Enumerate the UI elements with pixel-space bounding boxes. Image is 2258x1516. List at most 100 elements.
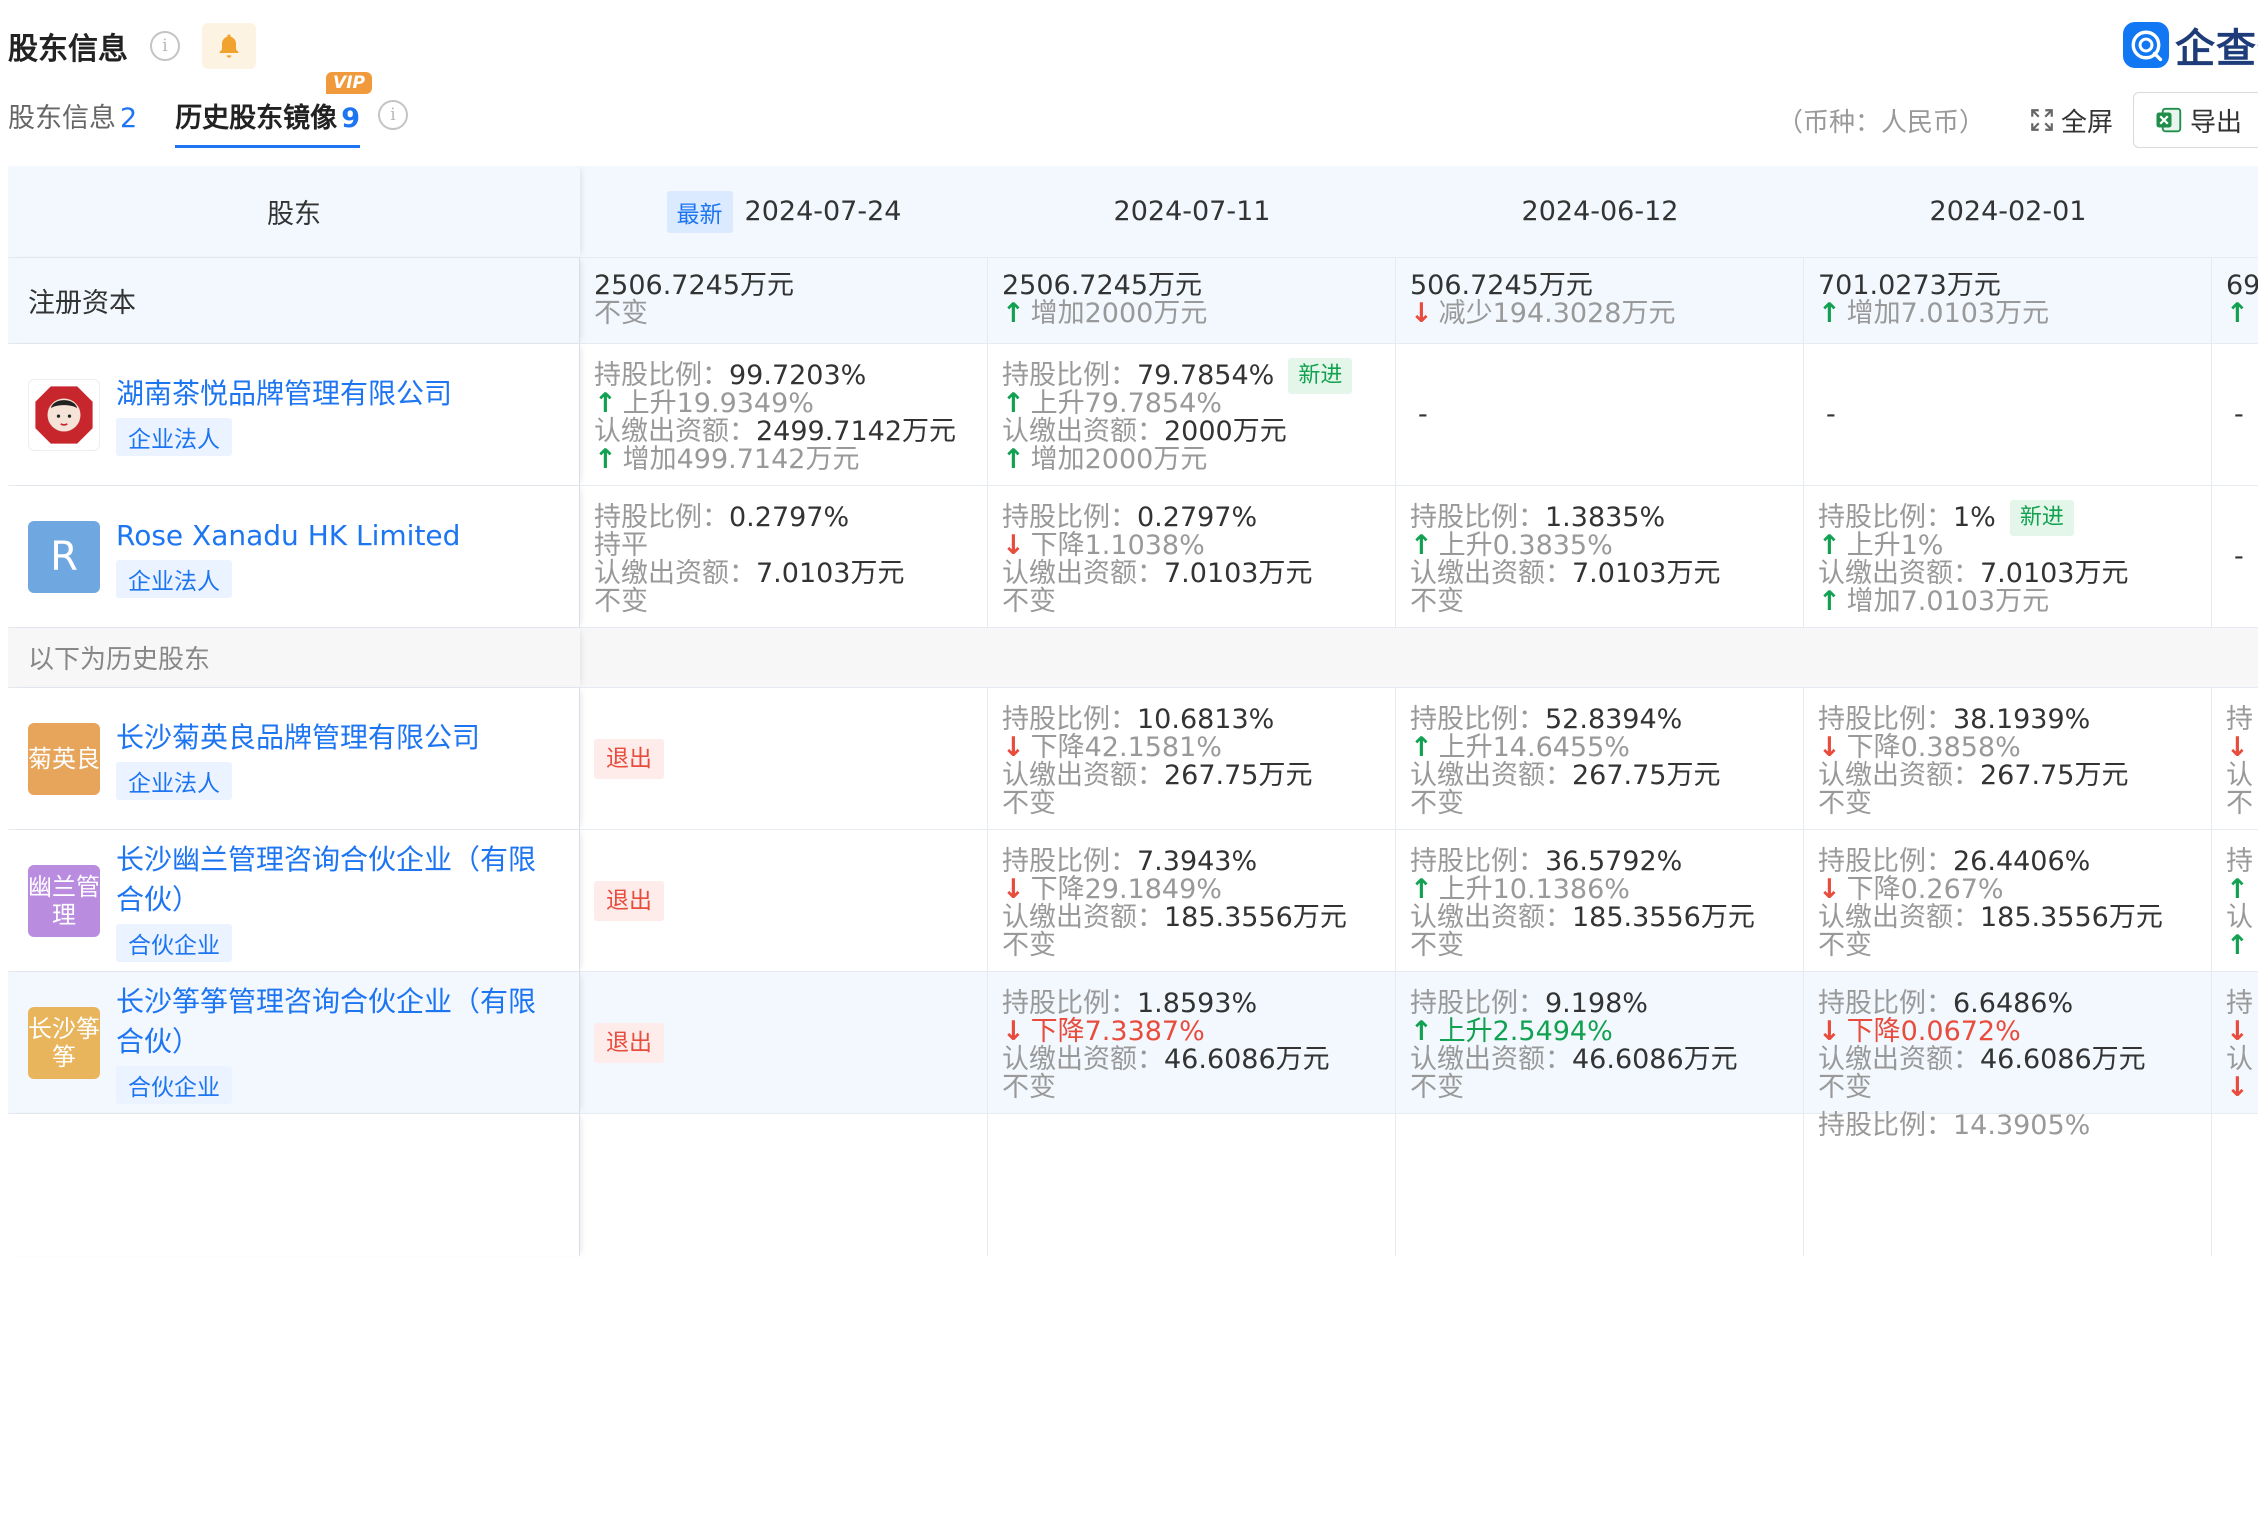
ratio-key: 持股比例： bbox=[1002, 360, 1137, 391]
ratio-value: 9.198% bbox=[1545, 988, 1648, 1019]
capital-change: 增加2000万元 bbox=[1030, 298, 1208, 329]
amount-key: 认缴出资额： bbox=[594, 558, 756, 589]
arrow-down-icon: ↓ bbox=[1002, 874, 1025, 905]
partial-ratio-key: 持 bbox=[2226, 846, 2253, 877]
ratio-value: 36.5792% bbox=[1545, 846, 1683, 877]
ratio-value: 79.7854% bbox=[1137, 360, 1275, 391]
amount-key: 认缴出资额： bbox=[1002, 1044, 1164, 1075]
table-row: 持股比例：14.3905% bbox=[8, 1112, 2258, 1256]
ratio-change: 上升19.9349% bbox=[622, 388, 814, 419]
export-button[interactable]: 导出 bbox=[2132, 92, 2258, 148]
column-header-date: 2024-07-11 bbox=[1113, 196, 1271, 227]
tab-count: 2 bbox=[120, 103, 138, 134]
amount-change: 不变 bbox=[594, 586, 648, 617]
arrow-down-icon: ↓ bbox=[1002, 530, 1025, 561]
amount-value: 46.6086万元 bbox=[1572, 1044, 1738, 1075]
amount-key: 认缴出资额： bbox=[1002, 902, 1164, 933]
amount-key: 认缴出资额： bbox=[1410, 760, 1572, 791]
ratio-value: 38.1939% bbox=[1953, 704, 2091, 735]
registered-capital-label: 注册资本 bbox=[28, 288, 136, 319]
ratio-value: 52.8394% bbox=[1545, 704, 1683, 735]
info-icon[interactable]: i bbox=[377, 100, 408, 130]
section-title: 股东信息 i bbox=[8, 23, 256, 69]
amount-value: 2000万元 bbox=[1164, 416, 1287, 447]
ratio-change: 上升10.1386% bbox=[1438, 874, 1630, 905]
amount-value: 46.6086万元 bbox=[1164, 1044, 1330, 1075]
ratio-change: 下降0.0672% bbox=[1846, 1016, 2021, 1047]
ratio-change: 下降0.267% bbox=[1846, 874, 2004, 905]
partial-ratio-key: 持 bbox=[2226, 988, 2253, 1019]
arrow-down-icon: ↓ bbox=[1002, 732, 1025, 763]
amount-change: 增加2000万元 bbox=[1030, 444, 1208, 475]
brand-logo[interactable]: 企查查 bbox=[2123, 20, 2258, 72]
capital-change: 不变 bbox=[594, 298, 648, 329]
amount-value: 185.3556万元 bbox=[1980, 902, 2163, 933]
entity-type-tag: 合伙企业 bbox=[116, 1065, 232, 1104]
ratio-change: 下降7.3387% bbox=[1030, 1016, 1205, 1047]
currency-label: （币种：人民币） bbox=[1776, 107, 1985, 138]
ratio-key: 持股比例： bbox=[1818, 704, 1953, 735]
arrow-up-icon: ↑ bbox=[1002, 388, 1025, 419]
text-avatar: 幽兰管理 bbox=[28, 864, 100, 937]
ratio-key: 持股比例： bbox=[1410, 502, 1545, 533]
arrow-down-icon: ↓ bbox=[2226, 732, 2249, 763]
shareholder-name-link[interactable]: 长沙菊英良品牌管理有限公司 bbox=[116, 718, 556, 758]
ratio-change: 下降0.3858% bbox=[1846, 732, 2021, 763]
info-icon[interactable]: i bbox=[150, 31, 180, 61]
arrow-down-icon: ↓ bbox=[2226, 1072, 2249, 1103]
arrow-up-icon: ↑ bbox=[594, 388, 617, 419]
toolbar: （币种：人民币） 全屏 导出 bbox=[1777, 92, 2258, 148]
ratio-change: 上升14.6455% bbox=[1438, 732, 1630, 763]
capital-change: 增加7.0103万元 bbox=[1846, 298, 2050, 329]
bell-button[interactable] bbox=[202, 23, 256, 69]
ratio-value: 1.3835% bbox=[1545, 502, 1666, 533]
fullscreen-button[interactable]: 全屏 bbox=[2029, 102, 2113, 139]
ratio-change: 下降29.1849% bbox=[1030, 874, 1222, 905]
arrow-up-icon: ↑ bbox=[1002, 444, 1025, 475]
amount-value: 267.75万元 bbox=[1164, 760, 1313, 791]
fullscreen-icon bbox=[2031, 109, 2053, 131]
logo-icon bbox=[2123, 22, 2169, 68]
entity-type-tag: 企业法人 bbox=[116, 761, 232, 800]
ratio-value: 0.2797% bbox=[729, 502, 850, 533]
shareholder-name-link[interactable]: Rose Xanadu HK Limited bbox=[116, 516, 556, 556]
entity-type-tag: 企业法人 bbox=[116, 417, 232, 456]
partial-amount-key: 认 bbox=[2226, 1044, 2253, 1075]
amount-change: 不变 bbox=[1002, 1072, 1056, 1103]
tab-shareholder-info[interactable]: 股东信息 2 bbox=[8, 96, 137, 145]
ratio-value: 99.7203% bbox=[729, 360, 867, 391]
arrow-up-icon: ↑ bbox=[1002, 298, 1025, 329]
amount-change: 不变 bbox=[1002, 586, 1056, 617]
ratio-change: 下降42.1581% bbox=[1030, 732, 1222, 763]
shareholder-name-link[interactable]: 长沙幽兰管理咨询合伙企业（有限合伙） bbox=[116, 840, 556, 920]
arrow-up-icon: ↑ bbox=[1410, 874, 1433, 905]
ratio-value: 10.6813% bbox=[1137, 704, 1275, 735]
ratio-key: 持股比例： bbox=[1818, 502, 1953, 533]
shareholder-name-link[interactable]: 长沙筝筝管理咨询合伙企业（有限合伙） bbox=[116, 982, 556, 1062]
arrow-down-icon: ↓ bbox=[1818, 874, 1841, 905]
shareholder-name-link[interactable]: 湖南茶悦品牌管理有限公司 bbox=[116, 374, 556, 414]
new-badge: 新进 bbox=[2009, 500, 2074, 536]
ratio-key: 持股比例： bbox=[1002, 988, 1137, 1019]
table-row: 菊英良 长沙菊英良品牌管理有限公司 企业法人 退出 持股比例： 10.6813% … bbox=[8, 688, 2258, 830]
fullscreen-label: 全屏 bbox=[2060, 107, 2113, 138]
arrow-up-icon: ↑ bbox=[2226, 930, 2249, 961]
date-label: 2024-07-24 bbox=[744, 196, 902, 227]
text-avatar: 长沙筝筝 bbox=[28, 1006, 100, 1079]
amount-key: 认缴出资额： bbox=[1002, 760, 1164, 791]
arrow-down-icon: ↓ bbox=[1818, 1016, 1841, 1047]
capital-value: 2506.7245万元 bbox=[1002, 270, 1203, 301]
entity-type-tag: 合伙企业 bbox=[116, 923, 232, 962]
amount-key: 认缴出资额： bbox=[1818, 760, 1980, 791]
empty-dash: - bbox=[1826, 399, 1836, 430]
ratio-key: 持股比例： bbox=[1410, 846, 1545, 877]
amount-value: 7.0103万元 bbox=[1572, 558, 1721, 589]
amount-key: 认缴出资额： bbox=[594, 416, 756, 447]
vip-badge: VIP bbox=[326, 72, 372, 94]
ratio-change: 上升1% bbox=[1846, 530, 1944, 561]
amount-change: 不变 bbox=[1002, 788, 1056, 819]
amount-value: 185.3556万元 bbox=[1164, 902, 1347, 933]
column-header-date: 2024-02-01 bbox=[1929, 196, 2087, 227]
ratio-value: 0.2797% bbox=[1137, 502, 1258, 533]
tab-history-mirror[interactable]: 历史股东镜像 9 VIP bbox=[175, 72, 372, 148]
